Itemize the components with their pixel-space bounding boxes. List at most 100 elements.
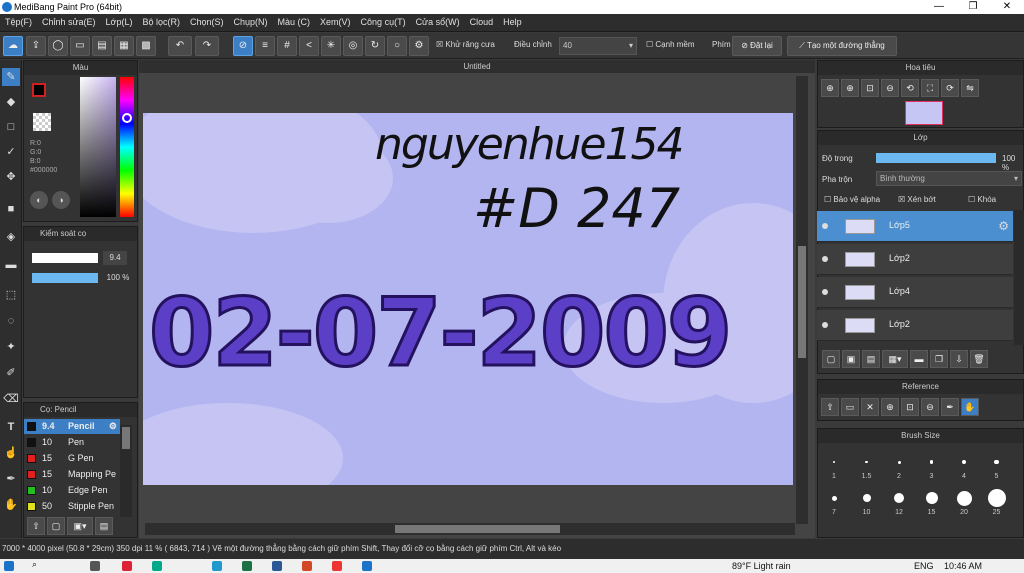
- hue-slider[interactable]: [120, 77, 134, 217]
- lock-checkbox[interactable]: ☐ Khóa: [968, 195, 996, 204]
- zoom-out-icon[interactable]: ⊖: [881, 79, 899, 97]
- brush-size-dot[interactable]: [865, 460, 868, 464]
- brush-cloud-icon[interactable]: ⇧: [27, 517, 45, 535]
- navigator-thumbnail[interactable]: [905, 101, 943, 125]
- clipping-checkbox[interactable]: ☒ Xén bớt: [898, 195, 936, 204]
- brush-opacity-value[interactable]: 100 %: [103, 271, 133, 285]
- circle-snap-icon[interactable]: ◎: [343, 36, 363, 56]
- saturation-value-picker[interactable]: [80, 77, 116, 217]
- new-layer-icon[interactable]: ▢: [822, 350, 840, 368]
- reference-open-icon[interactable]: ▭: [841, 398, 859, 416]
- share-icon[interactable]: ⇪: [26, 36, 46, 56]
- eraser-tool-icon[interactable]: ◆: [2, 93, 20, 111]
- check-tool-icon[interactable]: ✓: [2, 143, 20, 161]
- correction-select[interactable]: 40 ▾: [559, 37, 637, 55]
- palette-icon[interactable]: ◐: [30, 191, 48, 209]
- delete-layer-icon[interactable]: 🗑: [970, 350, 988, 368]
- brush-opacity-slider[interactable]: [32, 273, 98, 283]
- reference-eyedropper-icon[interactable]: ✒: [941, 398, 959, 416]
- menu-tools[interactable]: Công cụ(T): [356, 14, 411, 30]
- select-eraser-icon[interactable]: ⌫: [2, 390, 20, 408]
- search-icon[interactable]: ⌕: [32, 559, 37, 570]
- brush-tool-icon[interactable]: ✎: [2, 68, 20, 86]
- menu-capture[interactable]: Chụp(N): [229, 14, 273, 30]
- chat-icon[interactable]: ▭: [70, 36, 90, 56]
- brush-size-dot[interactable]: [987, 489, 1006, 507]
- hue-handle[interactable]: [122, 113, 132, 123]
- layer-menu-icon[interactable]: ▦▾: [882, 350, 908, 368]
- brush-item[interactable]: 9.4 Pencil ⚙: [24, 419, 120, 434]
- transparent-swatch[interactable]: [33, 113, 51, 131]
- horizontal-scroll-thumb[interactable]: [395, 525, 560, 533]
- ellipse-snap-icon[interactable]: ○: [387, 36, 407, 56]
- curve-snap-icon[interactable]: ↻: [365, 36, 385, 56]
- hand-tool-icon[interactable]: ✋: [2, 496, 20, 514]
- select-tool-icon[interactable]: ⬚: [2, 286, 20, 304]
- undo-icon[interactable]: ↶: [168, 36, 192, 56]
- radial-snap-icon[interactable]: ✳: [321, 36, 341, 56]
- export-icon[interactable]: ▦: [114, 36, 134, 56]
- lasso-tool-icon[interactable]: ◌: [2, 312, 20, 330]
- vanish-snap-icon[interactable]: <: [299, 36, 319, 56]
- powerpoint-icon[interactable]: [302, 561, 312, 571]
- brush-item[interactable]: 15 Mapping Pe: [24, 467, 120, 482]
- make-line-button[interactable]: ⟋ Tạo một đường thẳng: [787, 36, 897, 56]
- rotate-right-icon[interactable]: ⟳: [941, 79, 959, 97]
- snap-off-icon[interactable]: ⊘: [233, 36, 253, 56]
- menu-cloud[interactable]: Cloud: [465, 14, 499, 30]
- clock[interactable]: 10:46 AM: [944, 561, 982, 571]
- horizontal-scrollbar[interactable]: [145, 523, 795, 535]
- folder-icon[interactable]: ▬: [910, 350, 928, 368]
- visibility-icon[interactable]: [822, 322, 828, 328]
- rotate-icon[interactable]: ⟲: [901, 79, 919, 97]
- language-indicator[interactable]: ENG: [914, 561, 934, 571]
- fullscreen-icon[interactable]: ⛶: [921, 79, 939, 97]
- layer-row[interactable]: Lớp2: [817, 244, 1013, 275]
- shape-tool-icon[interactable]: ■: [2, 200, 20, 218]
- menu-file[interactable]: Tệp(F): [0, 14, 37, 30]
- edge-icon[interactable]: [152, 561, 162, 571]
- brush-add-icon[interactable]: ▢: [47, 517, 65, 535]
- new-halftone-icon[interactable]: ▣: [842, 350, 860, 368]
- minimize-icon[interactable]: —: [922, 0, 956, 14]
- save-icon[interactable]: ▤: [92, 36, 112, 56]
- brush-size-dot[interactable]: [833, 461, 835, 463]
- layer-row[interactable]: Lớp5 ⚙: [817, 211, 1013, 242]
- select-pen-icon[interactable]: ✐: [2, 364, 20, 382]
- cloud-icon[interactable]: ☁: [3, 36, 23, 56]
- brush-delete-icon[interactable]: ▤: [95, 517, 113, 535]
- visibility-icon[interactable]: [822, 256, 828, 262]
- protect-alpha-checkbox[interactable]: ☐ Bảo vệ alpha: [824, 195, 880, 204]
- brush-size-dot[interactable]: [956, 490, 972, 506]
- maximize-icon[interactable]: ❐: [956, 0, 990, 14]
- color-tool-icon[interactable]: ◑: [52, 191, 70, 209]
- vertical-scrollbar[interactable]: [796, 76, 808, 524]
- menu-color[interactable]: Màu (C): [273, 14, 316, 30]
- close-icon[interactable]: ✕: [990, 0, 1024, 14]
- brush-menu-icon[interactable]: ▣▾: [67, 517, 93, 535]
- comment-icon[interactable]: ◯: [48, 36, 68, 56]
- new-8bit-icon[interactable]: ▤: [862, 350, 880, 368]
- layer-scrollbar[interactable]: [1014, 210, 1024, 345]
- move-tool-icon[interactable]: ✥: [2, 168, 20, 186]
- layer-row[interactable]: Lớp4: [817, 277, 1013, 308]
- start-icon[interactable]: [4, 561, 14, 571]
- brush-item[interactable]: 15 G Pen: [24, 451, 120, 466]
- magic-wand-icon[interactable]: ✦: [2, 338, 20, 356]
- brush-size-slider[interactable]: [32, 253, 98, 263]
- brush-size-dot[interactable]: [897, 460, 901, 464]
- task-view-icon[interactable]: [90, 561, 100, 571]
- zoom-in-icon[interactable]: ⊕: [821, 79, 839, 97]
- menu-layer[interactable]: Lớp(L): [101, 14, 138, 30]
- blend-mode-select[interactable]: Bình thường ▾: [876, 171, 1022, 186]
- brush-size-value[interactable]: 9.4: [103, 251, 127, 265]
- document-tab[interactable]: Untitled: [139, 60, 815, 73]
- gradient-tool-icon[interactable]: ▬: [2, 256, 20, 274]
- brush-size-dot[interactable]: [894, 493, 904, 503]
- menu-help[interactable]: Help: [498, 14, 527, 30]
- visibility-icon[interactable]: [822, 223, 828, 229]
- chrome-icon[interactable]: [332, 561, 342, 571]
- settings-snap-icon[interactable]: ⚙: [409, 36, 429, 56]
- duplicate-icon[interactable]: ❐: [930, 350, 948, 368]
- layer-settings-icon[interactable]: ⚙: [998, 219, 1009, 233]
